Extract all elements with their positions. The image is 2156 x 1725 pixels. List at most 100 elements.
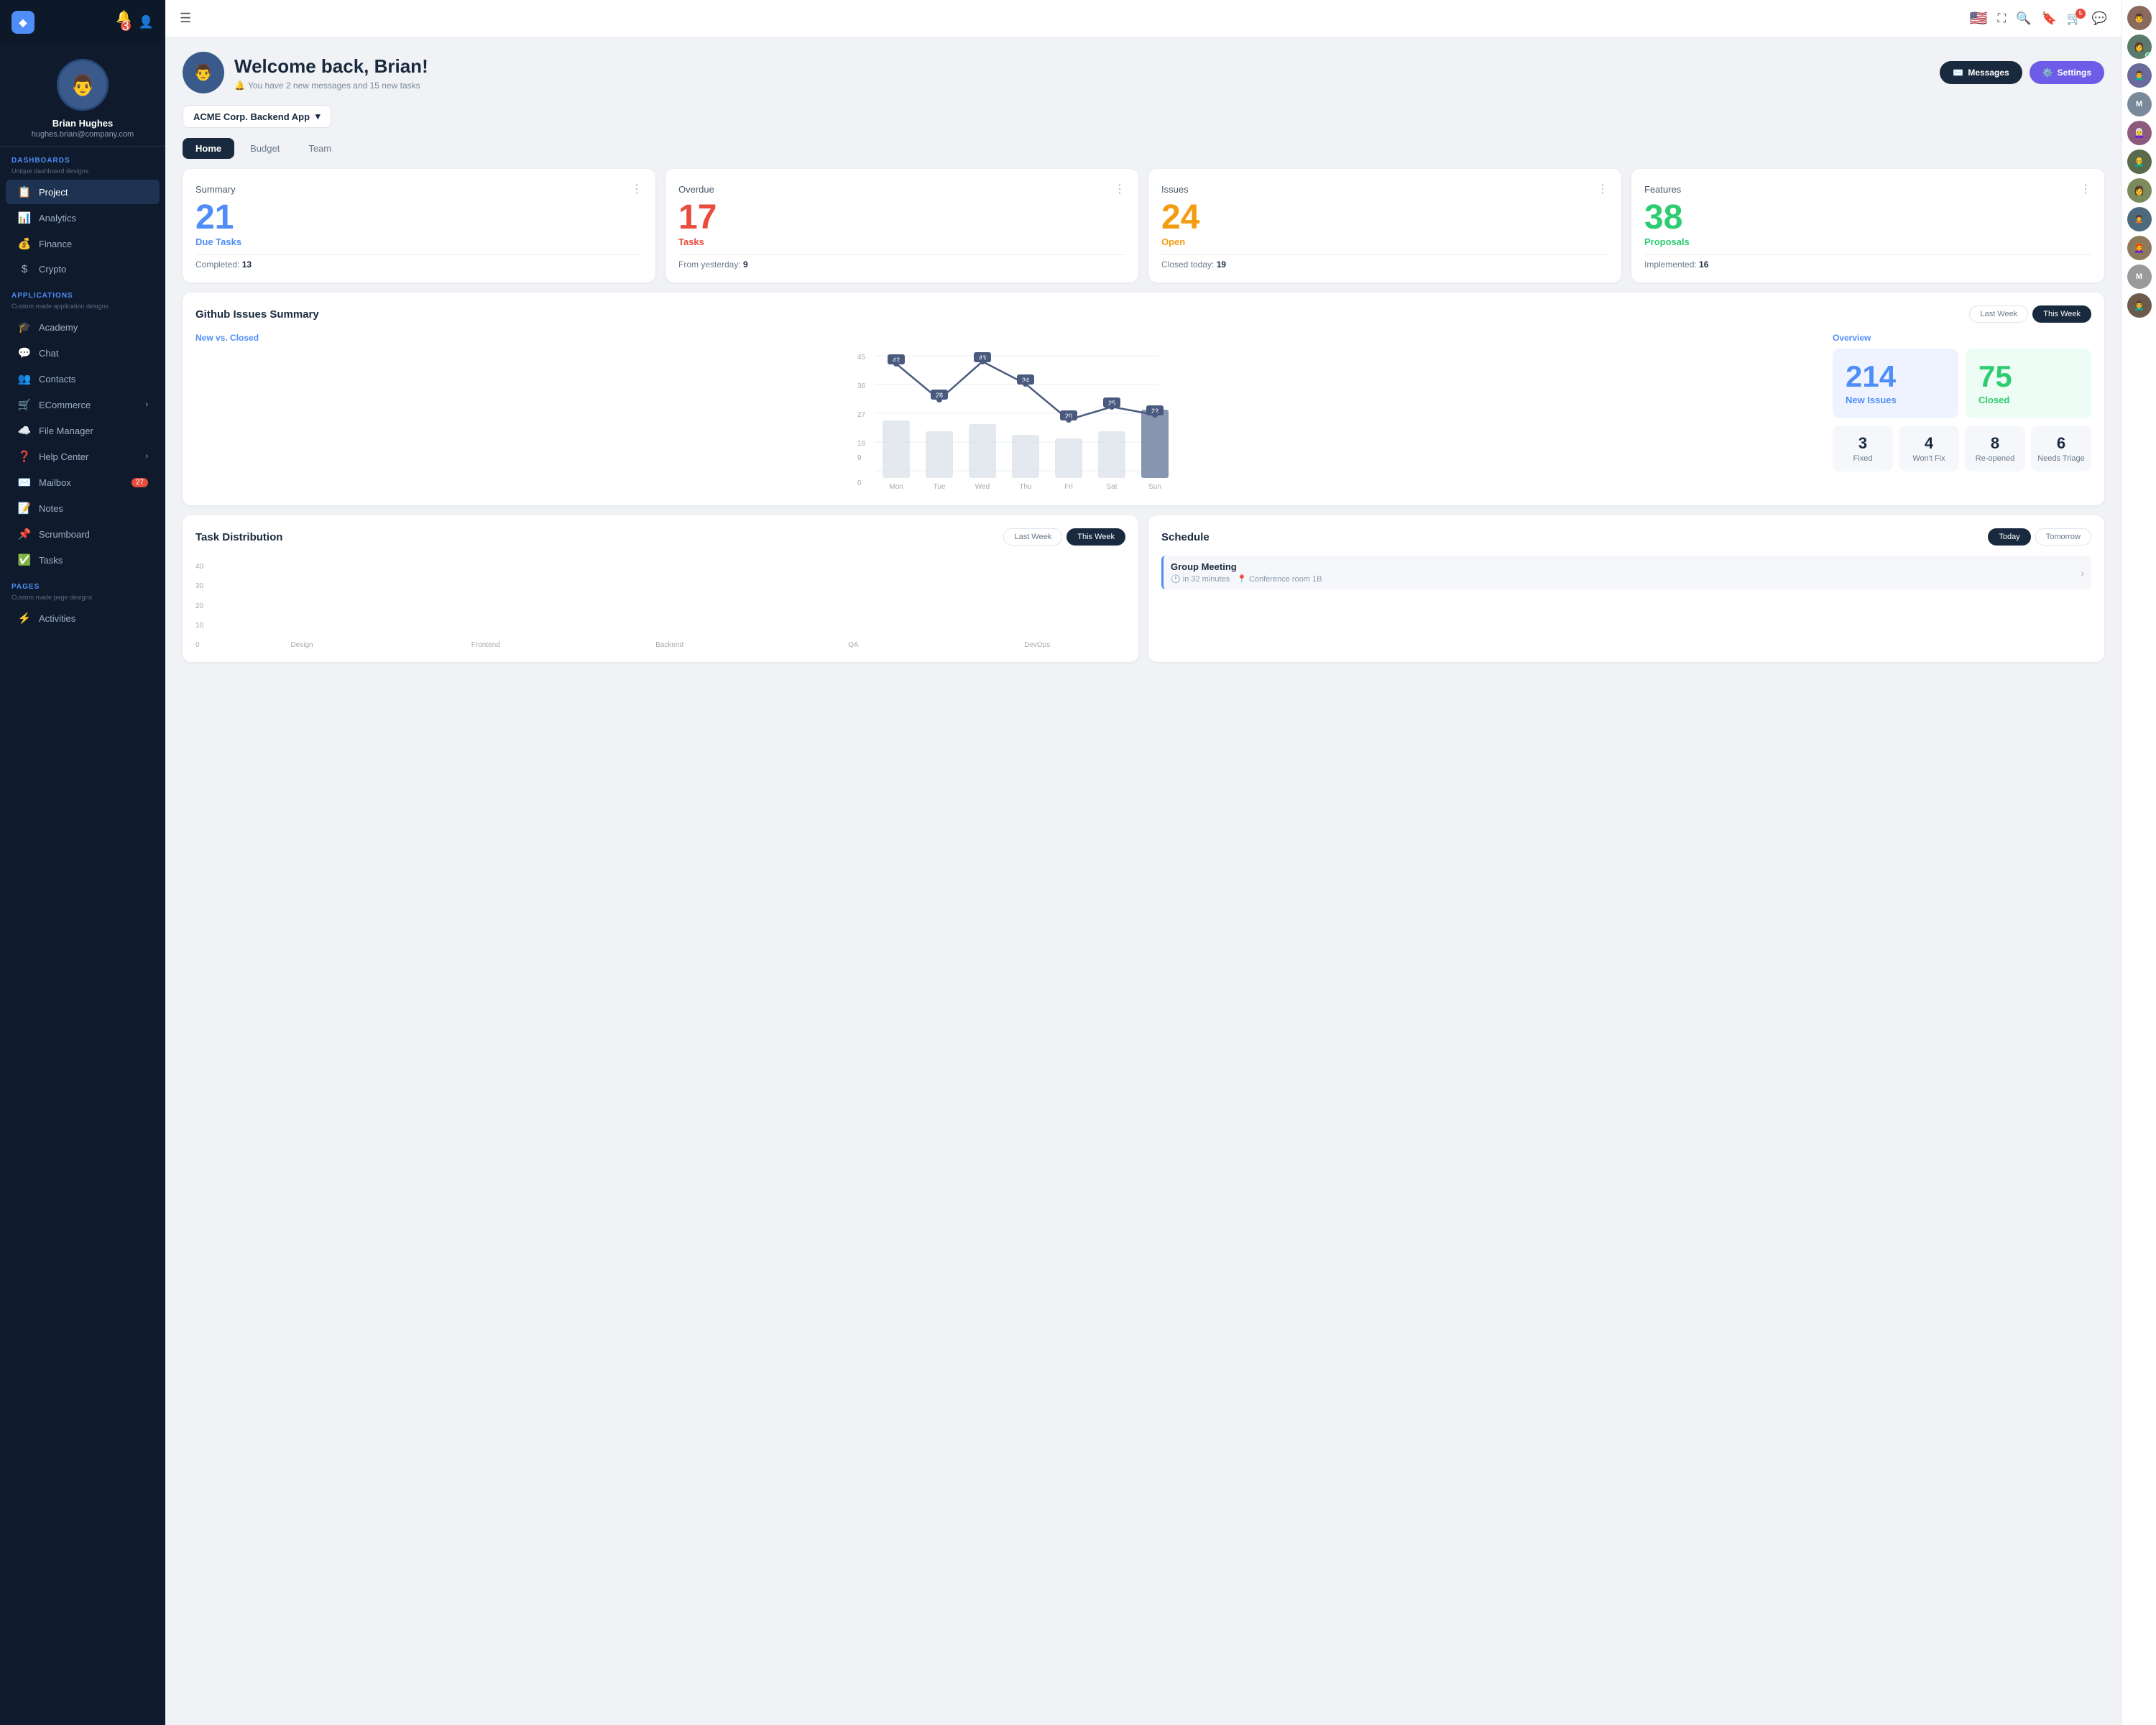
task-this-week-button[interactable]: This Week: [1067, 528, 1125, 546]
stat-card-overdue: Overdue ⋮ 17 Tasks From yesterday: 9: [665, 169, 1138, 282]
sidebar-item-label: Crypto: [39, 264, 66, 275]
applications-section-sub: Custom made application designs: [0, 303, 165, 314]
y-axis: 40 30 20 10 0: [195, 563, 203, 649]
messages-icon[interactable]: 💬: [2092, 12, 2107, 26]
sidebar-item-finance[interactable]: 💰 Finance: [6, 231, 160, 256]
new-issues-card: 214 New Issues: [1833, 349, 1958, 418]
tomorrow-button[interactable]: Tomorrow: [2035, 528, 2091, 546]
finance-icon: 💰: [17, 237, 32, 250]
task-dist-toggle: Last Week This Week: [1003, 528, 1125, 546]
tab-budget[interactable]: Budget: [237, 138, 292, 159]
last-week-button[interactable]: Last Week: [1969, 305, 2028, 323]
sidebar-item-label: Activities: [39, 613, 75, 624]
hamburger-icon[interactable]: ☰: [180, 11, 191, 26]
welcome-text: Welcome back, Brian! 🔔 You have 2 new me…: [234, 55, 428, 91]
sidebar-item-file-manager[interactable]: ☁️ File Manager: [6, 418, 160, 443]
right-avatar-9[interactable]: 👨‍🦱: [2127, 293, 2152, 318]
stat-card-issues: Issues ⋮ 24 Open Closed today: 19: [1148, 169, 1621, 282]
task-last-week-button[interactable]: Last Week: [1003, 528, 1062, 546]
svg-text:Thu: Thu: [1019, 483, 1031, 491]
sidebar-item-notes[interactable]: 📝 Notes: [6, 496, 160, 520]
cart-icon[interactable]: 🛒 5: [2067, 12, 2082, 26]
sidebar-item-ecommerce[interactable]: 🛒 ECommerce ›: [6, 392, 160, 417]
right-avatar-7[interactable]: 🧑‍🦱: [2127, 207, 2152, 231]
event-title: Group Meeting: [1171, 561, 2081, 572]
right-avatar-m2[interactable]: M: [2127, 264, 2152, 289]
expand-icon[interactable]: ⛶: [1997, 12, 2006, 26]
sidebar-top-icons: 🔔 3 👤: [116, 10, 154, 34]
chevron-right-icon: ›: [145, 400, 148, 409]
welcome-greeting: Welcome back, Brian!: [234, 55, 428, 78]
right-avatar-3[interactable]: 👨‍🦱: [2127, 63, 2152, 88]
overview-panel: Overview 214 New Issues 75 Closed: [1833, 333, 2091, 492]
tab-team[interactable]: Team: [295, 138, 344, 159]
academy-icon: 🎓: [17, 321, 32, 334]
welcome-header: 👨 Welcome back, Brian! 🔔 You have 2 new …: [183, 52, 2104, 93]
github-inner: New vs. Closed 45 36 27 18 9 0: [195, 333, 2091, 492]
bars-container: Design Frontend Backend QA: [213, 563, 1125, 649]
sidebar-item-contacts[interactable]: 👥 Contacts: [6, 367, 160, 391]
contacts-icon: 👥: [17, 372, 32, 385]
stat-menu-icon[interactable]: ⋮: [2080, 182, 2091, 196]
sidebar-item-mailbox[interactable]: ✉️ Mailbox 27: [6, 470, 160, 494]
pages-section-label: PAGES: [0, 573, 165, 594]
stat-footer-issues: Closed today: 19: [1161, 259, 1608, 270]
notification-icon[interactable]: 🔔 3: [116, 10, 132, 34]
fixed-number: 3: [1858, 434, 1867, 453]
sidebar-item-project[interactable]: 📋 Project: [6, 180, 160, 204]
right-avatar-m1[interactable]: M: [2127, 92, 2152, 116]
this-week-button[interactable]: This Week: [2032, 305, 2091, 323]
user-circle-icon[interactable]: 👤: [139, 15, 154, 29]
sidebar-item-label: Help Center: [39, 451, 88, 462]
right-avatar-8[interactable]: 👩‍🦰: [2127, 236, 2152, 260]
tab-home[interactable]: Home: [183, 138, 234, 159]
stat-menu-icon[interactable]: ⋮: [1114, 182, 1125, 196]
applications-section-label: APPLICATIONS: [0, 282, 165, 303]
settings-button[interactable]: ⚙️ Settings: [2030, 61, 2104, 84]
project-selector[interactable]: ACME Corp. Backend App ▾: [183, 105, 331, 128]
flag-icon[interactable]: 🇺🇸: [1970, 9, 1988, 27]
stat-title: Summary: [195, 184, 236, 195]
stat-menu-icon[interactable]: ⋮: [1597, 182, 1608, 196]
right-avatar-4[interactable]: 👩‍🦳: [2127, 121, 2152, 145]
tabs: Home Budget Team: [183, 138, 2104, 159]
sidebar-item-crypto[interactable]: $ Crypto: [6, 257, 160, 281]
app-logo[interactable]: ◆: [11, 11, 34, 34]
profile-email: hughes.brian@company.com: [32, 130, 134, 139]
right-avatar-1[interactable]: 👨: [2127, 6, 2152, 30]
reopened-number: 8: [1991, 434, 1999, 453]
sidebar-item-chat[interactable]: 💬 Chat: [6, 341, 160, 365]
bookmark-icon[interactable]: 🔖: [2041, 12, 2056, 26]
search-icon[interactable]: 🔍: [2016, 12, 2031, 26]
cart-badge: 5: [2076, 9, 2086, 19]
pages-section-sub: Custom made page designs: [0, 594, 165, 605]
bar-design: Design: [213, 638, 390, 649]
schedule-header: Schedule Today Tomorrow: [1161, 528, 2091, 546]
sidebar-item-academy[interactable]: 🎓 Academy: [6, 315, 160, 339]
right-avatar-2[interactable]: 👩: [2127, 34, 2152, 59]
today-button[interactable]: Today: [1988, 528, 2030, 546]
chart-wrap: 45 36 27 18 9 0: [195, 349, 1821, 492]
stat-footer-overdue: From yesterday: 9: [678, 259, 1125, 270]
sidebar-item-label: Mailbox: [39, 477, 71, 488]
right-avatar-5[interactable]: 👨‍🦲: [2127, 150, 2152, 174]
sidebar-item-tasks[interactable]: ✅ Tasks: [6, 548, 160, 572]
stat-label-issues: Open: [1161, 236, 1608, 247]
right-avatar-6[interactable]: 👩: [2127, 178, 2152, 203]
notification-badge: 3: [121, 21, 131, 31]
reopened-card: 8 Re-opened: [1965, 426, 2025, 472]
schedule-toggle: Today Tomorrow: [1988, 528, 2091, 546]
sidebar-item-scrumboard[interactable]: 📌 Scrumboard: [6, 522, 160, 546]
svg-text:Fri: Fri: [1064, 483, 1073, 491]
messages-button[interactable]: ✉️ Messages: [1940, 61, 2022, 84]
stat-menu-icon[interactable]: ⋮: [631, 182, 642, 196]
file-manager-icon: ☁️: [17, 424, 32, 437]
stat-footer-features: Implemented: 16: [1644, 259, 2091, 270]
needs-triage-number: 6: [2057, 434, 2065, 453]
sidebar-item-help-center[interactable]: ❓ Help Center ›: [6, 444, 160, 469]
sidebar-item-activities[interactable]: ⚡ Activities: [6, 606, 160, 630]
task-distribution-card: Task Distribution Last Week This Week 40…: [183, 515, 1138, 662]
stat-label-overdue: Tasks: [678, 236, 1125, 247]
event-chevron-icon[interactable]: ›: [2081, 567, 2084, 579]
sidebar-item-analytics[interactable]: 📊 Analytics: [6, 206, 160, 230]
